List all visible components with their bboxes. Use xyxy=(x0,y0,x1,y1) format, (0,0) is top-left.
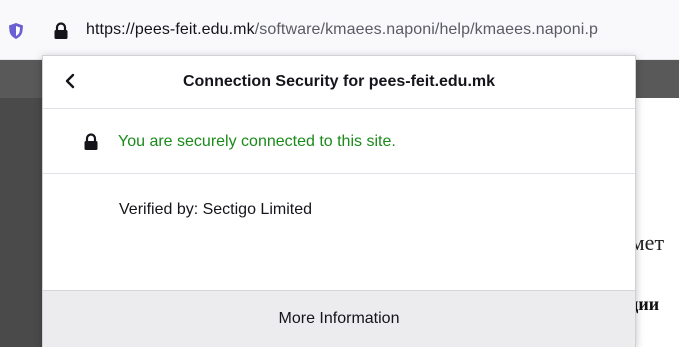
url-host: https://pees-feit.edu.mk xyxy=(86,21,255,38)
panel-header: Connection Security for pees-feit.edu.mk xyxy=(43,56,635,109)
panel-title: Connection Security for pees-feit.edu.mk xyxy=(182,73,496,90)
secure-lock-icon xyxy=(83,133,99,151)
address-bar[interactable]: https://pees-feit.edu.mk/software/kmaees… xyxy=(0,0,679,60)
url-path: /software/kmaees.naponi/help/kmaees.napo… xyxy=(254,21,598,38)
secure-message: You are securely connected to this site. xyxy=(118,133,396,150)
page-left-column xyxy=(0,98,42,347)
lock-icon[interactable] xyxy=(52,22,70,40)
url-text[interactable]: https://pees-feit.edu.mk/software/kmaees… xyxy=(86,21,598,39)
connection-security-panel: Connection Security for pees-feit.edu.mk… xyxy=(42,55,636,347)
secure-connection-row: You are securely connected to this site. xyxy=(43,109,635,174)
shield-icon[interactable] xyxy=(8,22,24,40)
verified-by-text: Verified by: Sectigo Limited xyxy=(119,201,312,218)
more-information-button[interactable]: More Information xyxy=(43,290,635,347)
